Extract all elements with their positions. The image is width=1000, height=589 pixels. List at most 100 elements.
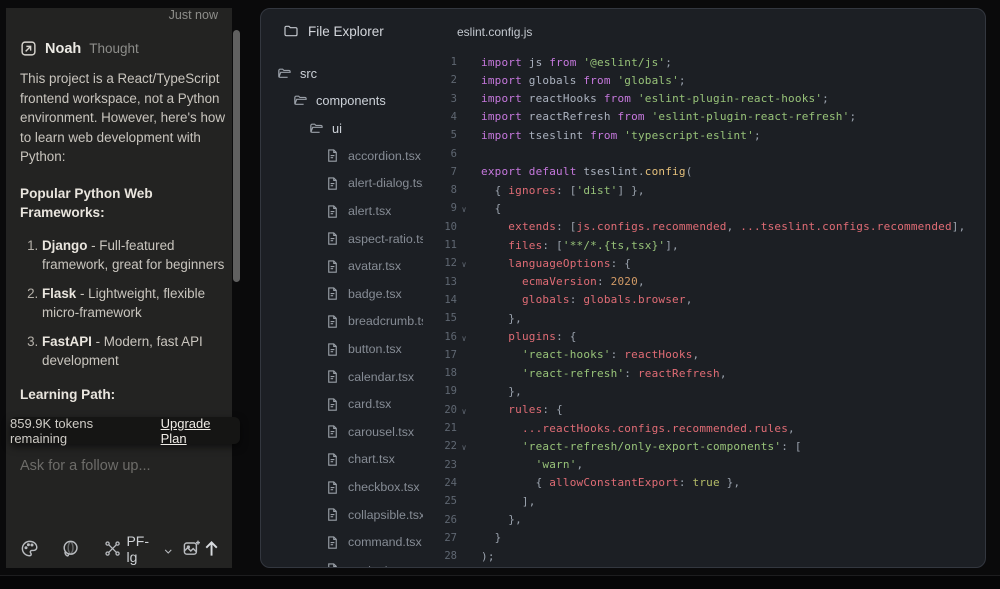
file-icon [325, 148, 340, 163]
file-icon [325, 535, 340, 550]
code-line-22[interactable]: 22∨ 'react-refresh/only-export-component… [421, 437, 985, 455]
tree-label: alert.tsx [348, 204, 391, 218]
code-text: 'react-hooks': reactHooks, [471, 348, 699, 361]
file-tree: src components ui accordion.tsx alert-dialog… [261, 55, 423, 568]
tree-file-alert-dialog.tsx[interactable]: alert-dialog.tsx [325, 173, 423, 193]
tree-label: accordion.tsx [348, 149, 421, 163]
fold-spacer [457, 61, 471, 64]
tree-file-aspect-ratio.tsx[interactable]: aspect-ratio.tsx [325, 229, 423, 249]
code-line-8[interactable]: 8 { ignores: ['dist'] }, [421, 181, 985, 199]
code-text: export default tseslint.config( [471, 165, 693, 178]
tree-file-command.tsx[interactable]: command.tsx [325, 532, 422, 552]
line-number: 6 [421, 148, 457, 160]
file-explorer-header[interactable]: File Explorer [283, 23, 384, 39]
code-line-2[interactable]: 2import globals from 'globals'; [421, 71, 985, 89]
tree-file-accordion.tsx[interactable]: accordion.tsx [325, 146, 421, 166]
tree-file-avatar.tsx[interactable]: avatar.tsx [325, 256, 401, 276]
palette-icon[interactable] [20, 539, 39, 559]
tree-label: ui [332, 121, 342, 136]
tree-label: avatar.tsx [348, 259, 401, 273]
tree-label: badge.tsx [348, 287, 402, 301]
chat-scrollbar[interactable] [233, 30, 240, 282]
code-line-28[interactable]: 28); [421, 547, 985, 565]
code-line-15[interactable]: 15 }, [421, 309, 985, 327]
tree-file-collapsible.tsx[interactable]: collapsible.tsx [325, 505, 423, 525]
tree-file-checkbox.tsx[interactable]: checkbox.tsx [325, 477, 420, 497]
code-line-27[interactable]: 27 } [421, 529, 985, 547]
thought-badge[interactable]: Thought [89, 41, 139, 56]
tree-file-carousel.tsx[interactable]: carousel.tsx [325, 422, 414, 442]
line-number: 5 [421, 129, 457, 141]
code-line-6[interactable]: 6 [421, 145, 985, 163]
code-line-26[interactable]: 26 }, [421, 511, 985, 529]
fold-spacer [457, 463, 471, 466]
code-line-20[interactable]: 20∨ rules: { [421, 401, 985, 419]
line-number: 20 [421, 404, 457, 416]
image-plus-icon[interactable] [182, 539, 201, 559]
code-line-1[interactable]: 1import js from '@eslint/js'; [421, 53, 985, 71]
line-number: 28 [421, 550, 457, 562]
code-line-19[interactable]: 19 }, [421, 382, 985, 400]
code-line-18[interactable]: 18 'react-refresh': reactRefresh, [421, 364, 985, 382]
message-timestamp: Just now [20, 8, 220, 24]
tree-file-chart.tsx[interactable]: chart.tsx [325, 449, 395, 469]
editor-tab[interactable]: eslint.config.js [457, 25, 532, 39]
tree-label: chart.tsx [348, 452, 395, 466]
code-line-7[interactable]: 7export default tseslint.config( [421, 163, 985, 181]
code-text: rules: { [471, 403, 563, 416]
tree-folder-components[interactable]: components [293, 91, 386, 111]
code-line-23[interactable]: 23 'warn', [421, 456, 985, 474]
code-line-12[interactable]: 12∨ languageOptions: { [421, 254, 985, 272]
tree-label: card.tsx [348, 397, 391, 411]
send-arrow-icon[interactable] [201, 538, 222, 560]
tree-folder-ui[interactable]: ui [309, 118, 342, 138]
code-line-29[interactable]: 29 [421, 565, 985, 568]
fold-spacer [457, 189, 471, 192]
fold-spacer [457, 79, 471, 82]
fold-chevron-icon[interactable]: ∨ [457, 202, 471, 214]
code-text: }, [471, 312, 522, 325]
code-line-9[interactable]: 9∨ { [421, 199, 985, 217]
code-text: 'react-refresh': reactRefresh, [471, 367, 727, 380]
code-line-5[interactable]: 5import tseslint from 'typescript-eslint… [421, 126, 985, 144]
tree-file-breadcrumb.tsx[interactable]: breadcrumb.tsx [325, 311, 423, 331]
fold-chevron-icon[interactable]: ∨ [457, 404, 471, 416]
line-number: 1 [421, 56, 457, 68]
fold-spacer [457, 115, 471, 118]
fold-chevron-icon[interactable]: ∨ [457, 331, 471, 343]
tree-file-context-menu[interactable]: context-menu [325, 560, 423, 568]
code-line-3[interactable]: 3import reactHooks from 'eslint-plugin-r… [421, 90, 985, 108]
fold-spacer [457, 518, 471, 521]
tree-file-button.tsx[interactable]: button.tsx [325, 339, 402, 359]
tree-file-card.tsx[interactable]: card.tsx [325, 394, 391, 414]
line-number: 10 [421, 221, 457, 233]
code-line-13[interactable]: 13 ecmaVersion: 2020, [421, 273, 985, 291]
tree-file-badge.tsx[interactable]: badge.tsx [325, 284, 402, 304]
code-line-21[interactable]: 21 ...reactHooks.configs.recommended.rul… [421, 419, 985, 437]
followup-input[interactable] [20, 458, 220, 474]
upgrade-plan-link[interactable]: Upgrade Plan [161, 416, 240, 446]
code-line-11[interactable]: 11 files: ['**/*.{ts,tsx}'], [421, 236, 985, 254]
code-text: import globals from 'globals'; [471, 74, 686, 87]
fold-spacer [457, 280, 471, 283]
fold-chevron-icon[interactable]: ∨ [457, 257, 471, 269]
tree-file-calendar.tsx[interactable]: calendar.tsx [325, 367, 414, 387]
frameworks-heading: Popular Python Web Frameworks: [20, 184, 210, 222]
code-line-25[interactable]: 25 ], [421, 492, 985, 510]
model-selector[interactable]: PF-lg [104, 533, 173, 565]
code-line-10[interactable]: 10 extends: [js.configs.recommended, ...… [421, 218, 985, 236]
tree-file-alert.tsx[interactable]: alert.tsx [325, 201, 391, 221]
line-number: 23 [421, 459, 457, 471]
tree-folder-src[interactable]: src [277, 63, 317, 83]
assistant-avatar-icon [20, 40, 37, 57]
code-line-4[interactable]: 4import reactRefresh from 'eslint-plugin… [421, 108, 985, 126]
fold-spacer [457, 97, 471, 100]
code-line-17[interactable]: 17 'react-hooks': reactHooks, [421, 346, 985, 364]
tree-label: carousel.tsx [348, 425, 414, 439]
file-icon [325, 452, 340, 467]
code-line-24[interactable]: 24 { allowConstantExport: true }, [421, 474, 985, 492]
code-line-14[interactable]: 14 globals: globals.browser, [421, 291, 985, 309]
globe-icon[interactable] [61, 539, 80, 559]
code-line-16[interactable]: 16∨ plugins: { [421, 328, 985, 346]
fold-chevron-icon[interactable]: ∨ [457, 440, 471, 452]
